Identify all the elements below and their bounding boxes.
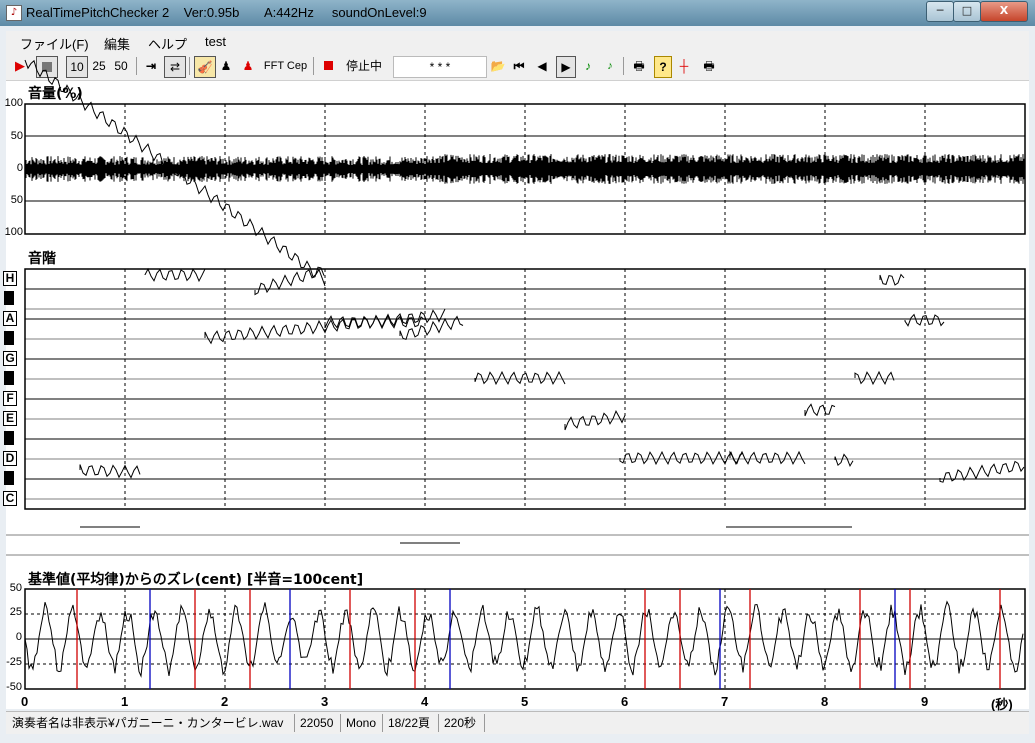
- xtick-2: 2: [221, 694, 229, 709]
- xtick-8: 8: [821, 694, 829, 709]
- jump-end-icon[interactable]: ⇥: [143, 56, 159, 76]
- speed-10-button[interactable]: 10: [66, 56, 88, 78]
- xtick-9: 9: [921, 694, 929, 709]
- record-icon[interactable]: [321, 56, 335, 76]
- close-button[interactable]: X: [980, 1, 1028, 22]
- help-icon[interactable]: ?: [654, 56, 672, 78]
- black-key: [4, 471, 14, 485]
- volume-ytick: 50: [10, 130, 23, 142]
- deviation-ytick: 25: [9, 606, 22, 618]
- xtick-4: 4: [421, 694, 429, 709]
- status-channels: Mono: [342, 714, 383, 732]
- note-label-g: G: [3, 351, 17, 366]
- open-folder-icon[interactable]: 📂: [489, 56, 507, 76]
- volume-ytick: 0: [16, 162, 23, 174]
- note-label-a: A: [3, 311, 17, 326]
- deviation-ytick: -50: [6, 681, 22, 693]
- toolbar-separator: [189, 57, 190, 75]
- stop-icon[interactable]: [36, 56, 58, 78]
- speed-50-button[interactable]: 50: [112, 56, 130, 76]
- note-green-icon[interactable]: ♪: [580, 56, 596, 76]
- marker-icon[interactable]: ┼: [676, 56, 692, 76]
- xtick-0: 0: [21, 694, 29, 709]
- status-file: 演奏者名は非表示¥パガニーニ・カンタービレ.wav: [8, 714, 295, 732]
- first-icon[interactable]: ⏮: [511, 56, 527, 76]
- person-icon[interactable]: ♟: [218, 56, 234, 76]
- note-label-h: H: [3, 271, 17, 286]
- status-rate: 22050: [296, 714, 341, 732]
- menu-help[interactable]: ヘルプ: [148, 34, 187, 53]
- note-green-small-icon[interactable]: ♪: [602, 56, 618, 76]
- deviation-ytick: 0: [15, 631, 22, 643]
- toolbar-separator: [136, 57, 137, 75]
- xtick-7: 7: [721, 694, 729, 709]
- prev-icon[interactable]: ◀: [534, 56, 550, 76]
- music-note-icon[interactable]: ♪: [6, 5, 22, 21]
- volume-ytick: 100: [4, 226, 23, 238]
- note-label-d: D: [3, 451, 17, 466]
- toolbar-separator: [313, 57, 314, 75]
- status-bar: 演奏者名は非表示¥パガニーニ・カンタービレ.wav 22050 Mono 18/…: [6, 711, 1029, 734]
- note-label-e: E: [3, 411, 17, 426]
- window-title: RealTimePitchChecker 2 Ver:0.95b A:442Hz…: [26, 5, 427, 20]
- playback-status: 停止中: [345, 59, 382, 73]
- black-key: [4, 331, 14, 345]
- volume-ytick: 100: [4, 97, 23, 109]
- toolbar: ▶ 10 25 50 ⇥ ⇄ 🎻 ♟ ♟ FFT Cep 停止中 * * * 📂…: [6, 53, 1029, 81]
- xtick-1: 1: [121, 694, 129, 709]
- person-red-icon[interactable]: ♟: [240, 56, 256, 76]
- violin-icon[interactable]: 🎻: [194, 56, 216, 78]
- menu-file[interactable]: ファイル(F): [20, 34, 89, 53]
- note-label-c: C: [3, 491, 17, 506]
- deviation-panel-title: 基準値(平均律)からのズレ(cent) [半音=100cent]: [28, 572, 364, 588]
- toolbar-separator: [623, 57, 624, 75]
- xtick-6: 6: [621, 694, 629, 709]
- status-page: 18/22頁: [384, 714, 439, 732]
- title-bar: ♪ RealTimePitchChecker 2 Ver:0.95b A:442…: [0, 0, 1035, 27]
- repeat-icon[interactable]: ⇄: [164, 56, 186, 78]
- fft-button[interactable]: FFT: [263, 56, 285, 76]
- chart-area: [6, 81, 1029, 709]
- deviation-ytick: 50: [9, 582, 22, 594]
- next-icon[interactable]: ▶: [556, 56, 576, 78]
- black-key: [4, 371, 14, 385]
- printer-icon[interactable]: 🖶: [630, 56, 648, 76]
- cep-button[interactable]: Cep: [286, 56, 308, 76]
- print-preview-icon[interactable]: 🖶: [700, 56, 718, 76]
- black-key: [4, 431, 14, 445]
- status-duration: 220秒: [440, 714, 485, 732]
- menu-bar: ファイル(F) 編集 ヘルプ test: [6, 31, 1029, 53]
- deviation-ytick: -25: [6, 656, 22, 668]
- note-label-f: F: [3, 391, 17, 406]
- scale-panel-title: 音階: [28, 251, 56, 267]
- volume-panel-title: 音量(%): [28, 86, 83, 102]
- black-key: [4, 291, 14, 305]
- xtick-5: 5: [521, 694, 529, 709]
- stars-display: * * *: [393, 56, 487, 78]
- minimize-button[interactable]: ─: [926, 1, 954, 22]
- menu-edit[interactable]: 編集: [104, 34, 130, 53]
- speed-25-button[interactable]: 25: [90, 56, 108, 76]
- play-icon[interactable]: ▶: [12, 56, 28, 76]
- xtick-3: 3: [321, 694, 329, 709]
- maximize-button[interactable]: □: [953, 1, 981, 22]
- volume-ytick: 50: [10, 194, 23, 206]
- menu-test[interactable]: test: [205, 34, 226, 49]
